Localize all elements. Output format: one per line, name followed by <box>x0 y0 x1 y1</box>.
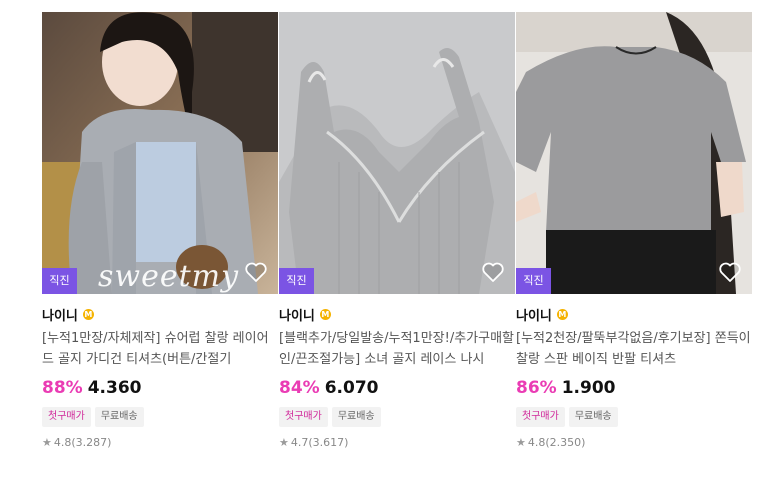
price-row: 84% 6.070 <box>279 376 515 400</box>
product-card[interactable]: 직진 나이니 M [누적2천장/팔뚝부각없음/후기보장] 쫀득이 찰랑 스판 베… <box>516 12 752 449</box>
first-purchase-tag: 첫구매가 <box>279 407 328 427</box>
rating-value: 4.8 <box>53 436 72 449</box>
product-photo <box>42 12 278 294</box>
product-image[interactable]: sweetmy 직진 <box>42 12 278 294</box>
direct-badge: 직진 <box>279 268 314 294</box>
star-icon: ★ <box>279 436 289 449</box>
heart-icon[interactable] <box>244 261 268 283</box>
shop-name[interactable]: 나이니 <box>42 305 78 324</box>
discount-rate: 84% <box>279 378 320 398</box>
product-grid: sweetmy 직진 나이니 M [누적1만장/자체제작] 슈어럽 찰랑 레이어… <box>0 0 773 479</box>
product-image[interactable]: 직진 <box>516 12 752 294</box>
star-icon: ★ <box>516 436 526 449</box>
discount-rate: 86% <box>516 378 557 398</box>
shop-name[interactable]: 나이니 <box>516 305 552 324</box>
first-purchase-tag: 첫구매가 <box>42 407 91 427</box>
tag-list: 첫구매가 무료배송 <box>516 407 752 427</box>
heart-icon[interactable] <box>481 261 505 283</box>
rating-value: 4.7 <box>290 436 309 449</box>
rating-row: ★ 4.8 (3.287) <box>42 436 278 449</box>
price-row: 86% 1.900 <box>516 376 752 400</box>
rating-row: ★ 4.8 (2.350) <box>516 436 752 449</box>
tag-list: 첫구매가 무료배송 <box>279 407 515 427</box>
product-image[interactable]: 직진 <box>279 12 515 294</box>
product-photo <box>516 12 752 294</box>
product-photo <box>279 12 515 294</box>
shop-row: 나이니 M <box>42 304 278 324</box>
direct-badge: 직진 <box>516 268 551 294</box>
price: 4.360 <box>87 378 142 398</box>
price: 1.900 <box>561 378 616 398</box>
membership-m-icon: M <box>556 308 568 320</box>
product-title[interactable]: [누적1만장/자체제작] 슈어럽 찰랑 레이어드 골지 가디건 티셔츠(버튼/간… <box>42 328 278 370</box>
product-title[interactable]: [누적2천장/팔뚝부각없음/후기보장] 쫀득이 찰랑 스판 베이직 반팔 티셔츠 <box>516 328 752 370</box>
review-count: (3.287) <box>71 436 112 449</box>
product-title[interactable]: [블랙추가/당일발송/누적1만장!/추가구매할인/끈조절가능] 소녀 골지 레이… <box>279 328 515 370</box>
direct-badge: 직진 <box>42 268 77 294</box>
discount-rate: 88% <box>42 378 83 398</box>
product-card[interactable]: sweetmy 직진 나이니 M [누적1만장/자체제작] 슈어럽 찰랑 레이어… <box>42 12 278 449</box>
membership-m-icon: M <box>319 308 331 320</box>
tag-list: 첫구매가 무료배송 <box>42 407 278 427</box>
star-icon: ★ <box>42 436 52 449</box>
free-shipping-tag: 무료배송 <box>568 407 618 427</box>
watermark-text: sweetmy <box>98 259 240 294</box>
first-purchase-tag: 첫구매가 <box>516 407 565 427</box>
shop-row: 나이니 M <box>516 304 752 324</box>
free-shipping-tag: 무료배송 <box>94 407 144 427</box>
review-count: (3.617) <box>308 436 349 449</box>
heart-icon[interactable] <box>718 261 742 283</box>
price-row: 88% 4.360 <box>42 376 278 400</box>
shop-row: 나이니 M <box>279 304 515 324</box>
product-card[interactable]: 직진 나이니 M [블랙추가/당일발송/누적1만장!/추가구매할인/끈조절가능]… <box>279 12 515 449</box>
price: 6.070 <box>324 378 379 398</box>
membership-m-icon: M <box>82 308 94 320</box>
rating-value: 4.8 <box>527 436 546 449</box>
free-shipping-tag: 무료배송 <box>331 407 381 427</box>
shop-name[interactable]: 나이니 <box>279 305 315 324</box>
review-count: (2.350) <box>545 436 586 449</box>
rating-row: ★ 4.7 (3.617) <box>279 436 515 449</box>
